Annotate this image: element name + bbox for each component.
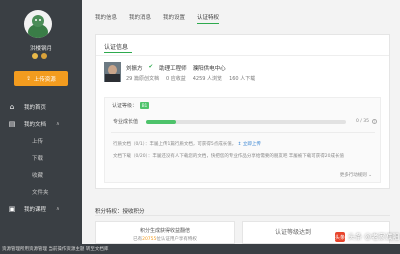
growth-label: 专业成长值 (113, 119, 139, 125)
certification-card: 认证信息 刘振方 ✔ 助理工程师 濮阳供电中心 29 篇原创文档 0 应收益 4… (95, 34, 390, 189)
section-title: 认证信息 (104, 44, 133, 53)
sidebar-nav: ⌂ 我的首页 ▤ 我的文档 ∧ 上传 下载 收藏 文件夹 ▣ 我的课程 ∧ (0, 98, 82, 217)
user-badges (32, 53, 47, 59)
growth-progress-bar (146, 119, 347, 124)
more-rules-label: 更多行动规则 (339, 173, 367, 178)
sidebar-item-label: 我的文档 (24, 121, 47, 128)
top-tabs: 我的信息 我的消息 我的设置 认证特权 (95, 11, 231, 24)
chevron-down-icon: ⌄ (368, 173, 372, 178)
points-title: 积分特权：授收积分 (95, 209, 145, 215)
divider (96, 55, 389, 56)
rule-upload-mid: 点成长值， (213, 142, 237, 147)
points-box-title: 认证等级达到 (275, 229, 312, 236)
stat-downloads: 160 人下载 (229, 76, 256, 82)
main-content: 我的信息 我的消息 我的设置 认证特权 认证信息 刘振方 ✔ 助理工程师 濮阳供… (82, 0, 400, 244)
upload-icon: ⇪ (26, 75, 31, 82)
verified-icon: ✔ (148, 64, 154, 70)
sidebar-subitem-folders[interactable]: 文件夹 (0, 183, 82, 200)
profile-stats: 29 篇原创文档 0 应收益 4259 人浏览 160 人下载 (126, 75, 255, 82)
document-icon: ▤ (8, 119, 16, 128)
profile-photo (104, 62, 121, 82)
avatar[interactable] (24, 10, 52, 38)
sidebar-subitem-favorites[interactable]: 收藏 (0, 166, 82, 183)
home-icon: ⌂ (9, 102, 15, 111)
points-box-earnings: 积分生成获得收益翻倍 已有20755位认证用户享有特权 (95, 221, 235, 244)
level-row: 认证等级： B1 (112, 102, 150, 109)
points-box-subtitle: 已有20755位认证用户享有特权 (96, 236, 234, 242)
sidebar-item-label: 我的首页 (24, 104, 47, 111)
divider (95, 215, 390, 216)
sidebar-item-courses[interactable]: ▣ 我的课程 ∧ (0, 200, 82, 217)
profile-line: 刘振方 ✔ 助理工程师 濮阳供电中心 (126, 64, 226, 72)
points-box-title: 积分生成获得收益翻倍 (139, 228, 190, 234)
upload-button[interactable]: ⇪ 上传资源 (14, 71, 68, 86)
level-label: 认证等级： (112, 103, 138, 109)
growth-panel: 认证等级： B1 专业成长值 0 / 35 ? 行质文档（0/1）：丰屡上传1篇… (104, 97, 381, 183)
rule-download: 文档下载（0/20）：丰屡还没有人下载您的文档，快把您的专业作品分享给需要的朋友… (113, 154, 345, 159)
status-bar: 资源管理所用资源管理 当前操作资源主题 转至文档库 (0, 244, 400, 254)
sidebar-subitem-download[interactable]: 下载 (0, 149, 82, 166)
profile-org: 濮阳供电中心 (192, 66, 226, 72)
tab-my-info[interactable]: 我的信息 (95, 11, 117, 24)
profile-title: 助理工程师 (159, 66, 187, 72)
sidebar-item-home[interactable]: ⌂ 我的首页 (0, 98, 82, 115)
sidebar-item-label: 我的课程 (24, 206, 47, 213)
points-sub-prefix: 已有 (133, 237, 143, 242)
sidebar-item-documents[interactable]: ▤ 我的文档 ∧ (0, 115, 82, 132)
more-rules-link[interactable]: 更多行动规则 ⌄ (340, 172, 372, 178)
divider (111, 132, 375, 133)
watermark-text: 头条 @老家濮阳 (348, 233, 400, 241)
level-badge: B1 (140, 102, 150, 109)
rule-upload-text: 行质文档（0/1）：丰屡上传1篇行质文档，可获得 (113, 142, 211, 147)
rule-upload: 行质文档（0/1）：丰屡上传1篇行质文档，可获得5点成长值， ↥ 立即上传 (113, 141, 261, 147)
help-icon[interactable]: ? (371, 119, 377, 124)
chevron-up-icon: ∧ (56, 120, 60, 127)
course-icon: ▣ (8, 204, 16, 213)
medal-icon (41, 53, 47, 59)
stat-views: 4259 人浏览 (192, 76, 223, 82)
points-sub-number: 20755 (142, 237, 157, 242)
chevron-up-icon: ∧ (56, 205, 60, 212)
growth-count: 0 / 35 (356, 119, 369, 124)
toutiao-logo-icon: 头条 (335, 232, 345, 242)
tab-my-settings[interactable]: 我的设置 (163, 11, 185, 24)
upload-label: 上传资源 (33, 76, 56, 83)
sidebar-subitem-upload[interactable]: 上传 (0, 132, 82, 149)
upload-now-label: 立即上传 (242, 142, 261, 147)
profile-name: 刘振方 (126, 66, 143, 72)
growth-progress-fill (146, 119, 177, 124)
stat-earnings: 0 应收益 (165, 76, 186, 82)
points-sub-suffix: 位认证用户享有特权 (156, 237, 197, 242)
tab-my-messages[interactable]: 我的消息 (129, 11, 151, 24)
username: 洪楼钢月 (29, 46, 52, 52)
medal-icon (32, 53, 38, 59)
upload-now-link[interactable]: ↥ 立即上传 (238, 142, 261, 147)
growth-row: 专业成长值 0 / 35 ? (113, 118, 377, 125)
watermark: 头条 头条 @老家濮阳 (335, 232, 399, 242)
sidebar: 洪楼钢月 ⇪ 上传资源 ⌂ 我的首页 ▤ 我的文档 ∧ 上传 下载 收藏 文件夹… (0, 0, 82, 254)
stat-docs: 29 篇原创文档 (126, 76, 159, 82)
tab-certification[interactable]: 认证特权 (197, 11, 220, 24)
